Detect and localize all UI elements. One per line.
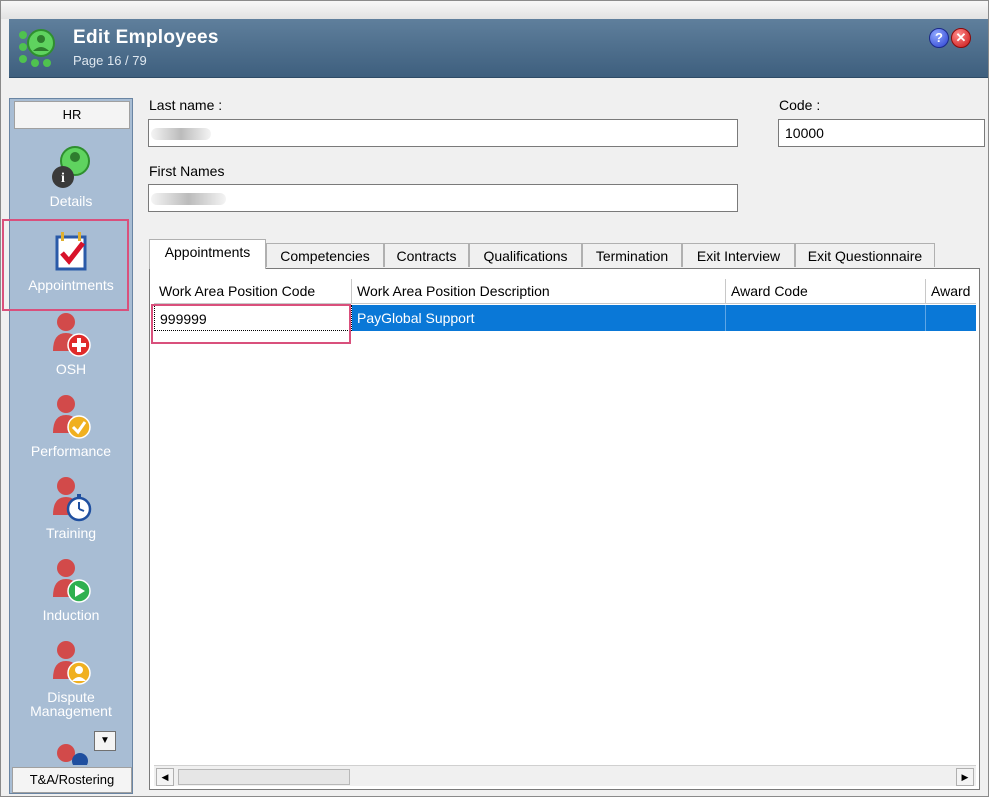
last-name-input[interactable] [148, 119, 738, 147]
scroll-left-button[interactable]: ◀ [156, 768, 174, 786]
horizontal-scrollbar[interactable]: ◀ ▶ [154, 765, 976, 786]
sidebar-item-label: Details [49, 193, 93, 209]
next-item-icon-partial [57, 744, 88, 765]
code-label: Code : [779, 97, 821, 113]
title-bar: Edit Employees Page 16 / 79 ? ✕ [9, 19, 988, 78]
first-names-input[interactable] [148, 184, 738, 212]
redacted-text [151, 128, 211, 140]
sidebar-item-dispute-management[interactable]: Dispute Management [10, 639, 132, 719]
redacted-text [151, 193, 226, 205]
top-strip [1, 1, 988, 19]
tab-exit-questionnaire[interactable]: Exit Questionnaire [795, 243, 935, 267]
column-header-position-code[interactable]: Work Area Position Code [154, 279, 352, 303]
sidebar-item-label: Performance [30, 443, 112, 459]
sidebar-item-label-line2: Management [30, 703, 112, 719]
sidebar-header-hr[interactable]: HR [14, 101, 130, 129]
grid-header-row: Work Area Position Code Work Area Positi… [154, 279, 976, 304]
sidebar-item-induction[interactable]: Induction [10, 557, 132, 623]
tab-termination[interactable]: Termination [582, 243, 682, 267]
hr-sidebar: HR i Details Appointments OSH Performanc… [9, 98, 133, 794]
tab-appointments[interactable]: Appointments [149, 239, 266, 269]
close-button[interactable]: ✕ [951, 28, 971, 48]
appointments-grid: Work Area Position Code Work Area Positi… [149, 268, 980, 790]
column-header-award[interactable]: Award [926, 279, 976, 303]
code-input[interactable]: 10000 [778, 119, 985, 147]
sidebar-footer-ta-rostering[interactable]: T&A/Rostering [12, 767, 132, 793]
play-icon [53, 559, 91, 603]
column-header-award-code[interactable]: Award Code [726, 279, 926, 303]
sidebar-item-osh[interactable]: OSH [10, 311, 132, 377]
sidebar-scroll-down-button[interactable]: ▼ [94, 731, 116, 751]
performance-check-icon [53, 395, 91, 439]
highlight-position-code-cell [151, 304, 351, 344]
sidebar-item-label: Induction [42, 607, 100, 623]
sidebar-item-training[interactable]: Training [10, 475, 132, 541]
dispute-person-icon [53, 641, 91, 685]
osh-plus-icon [53, 313, 91, 357]
sidebar-item-details[interactable]: i Details [10, 143, 132, 209]
column-header-position-description[interactable]: Work Area Position Description [352, 279, 726, 303]
sidebar-item-label: Training [45, 525, 97, 541]
cell-position-description[interactable]: PayGlobal Support [352, 305, 726, 331]
app-window: Edit Employees Page 16 / 79 ? ✕ HR i Det… [0, 0, 989, 797]
help-button[interactable]: ? [929, 28, 949, 48]
svg-text:i: i [61, 171, 65, 186]
scroll-thumb[interactable] [178, 769, 350, 785]
last-name-label: Last name : [149, 97, 223, 113]
cell-award[interactable] [926, 305, 976, 331]
first-names-label: First Names [149, 163, 225, 179]
cell-award-code[interactable] [726, 305, 926, 331]
stopwatch-icon [53, 477, 92, 522]
tab-qualifications[interactable]: Qualifications [469, 243, 582, 267]
page-indicator: Page 16 / 79 [73, 53, 147, 68]
tab-competencies[interactable]: Competencies [266, 243, 384, 267]
details-icon: i [52, 146, 90, 188]
highlight-appointments [2, 219, 129, 311]
tab-exit-interview[interactable]: Exit Interview [682, 243, 795, 267]
scroll-right-button[interactable]: ▶ [956, 768, 974, 786]
sidebar-item-performance[interactable]: Performance [10, 393, 132, 459]
employees-icon [19, 29, 55, 67]
sidebar-item-label: OSH [55, 361, 87, 377]
tab-contracts[interactable]: Contracts [384, 243, 469, 267]
window-title: Edit Employees [73, 27, 219, 48]
